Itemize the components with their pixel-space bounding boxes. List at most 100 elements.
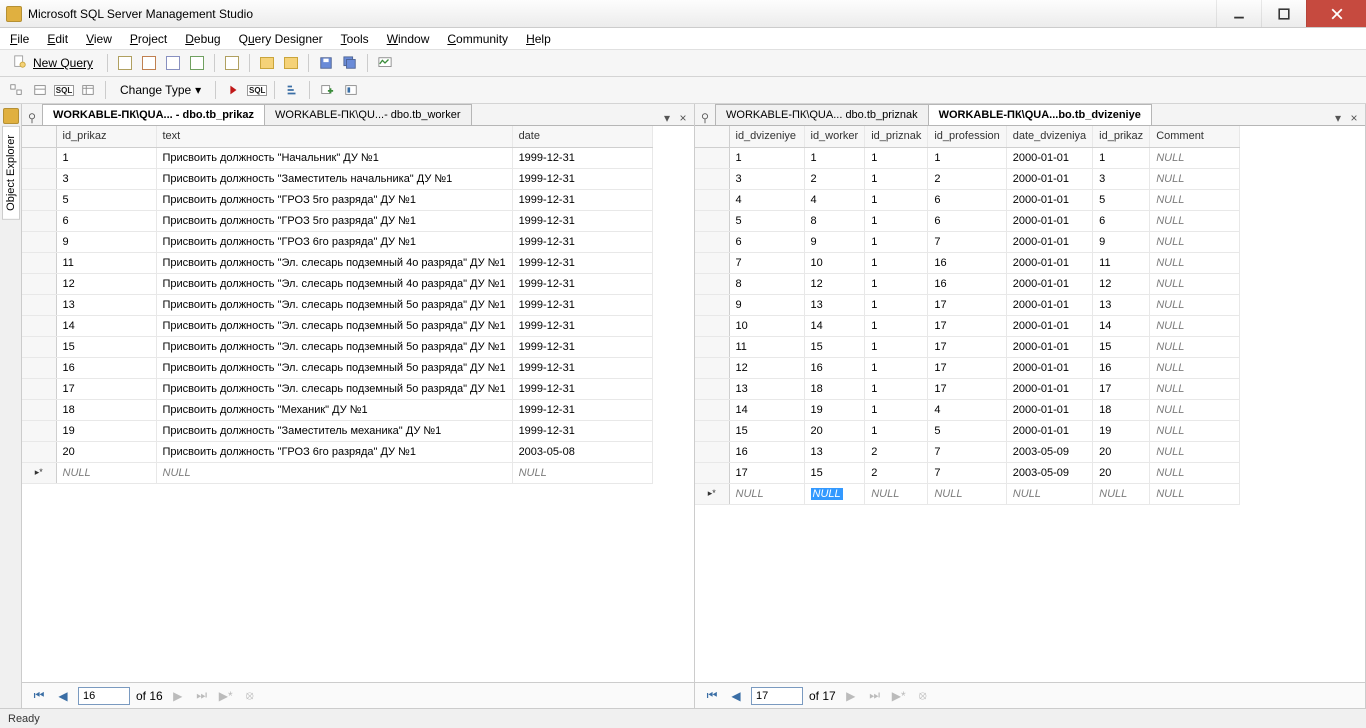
nav-last-button[interactable]: ⏭ xyxy=(193,687,211,705)
cell[interactable]: 6 xyxy=(928,210,1006,231)
show-sql-button[interactable]: SQL xyxy=(54,80,74,100)
right-grid[interactable]: id_dvizeniyeid_workerid_priznakid_profes… xyxy=(695,126,1365,682)
cell[interactable]: 7 xyxy=(928,462,1006,483)
menu-window[interactable]: Window xyxy=(387,32,430,46)
right-tab-0[interactable]: WORKABLE-ПК\QUA... dbo.tb_priznak xyxy=(715,104,929,125)
cell[interactable]: 1 xyxy=(865,399,928,420)
column-header[interactable]: id_dvizeniye xyxy=(729,126,804,147)
cell[interactable]: 19 xyxy=(1093,420,1150,441)
cell[interactable]: 20 xyxy=(1093,441,1150,462)
cell[interactable]: 2 xyxy=(865,441,928,462)
cell[interactable]: 1999-12-31 xyxy=(512,420,652,441)
cell[interactable]: 2003-05-09 xyxy=(1006,441,1092,462)
cell[interactable]: 8 xyxy=(804,210,865,231)
activity-monitor-button[interactable] xyxy=(375,53,395,73)
cell[interactable]: 1999-12-31 xyxy=(512,231,652,252)
cell[interactable]: 14 xyxy=(804,315,865,336)
cell[interactable]: 15 xyxy=(804,462,865,483)
cell[interactable]: 5 xyxy=(1093,189,1150,210)
cell[interactable]: 1 xyxy=(865,168,928,189)
tb-btn-2[interactable] xyxy=(139,53,159,73)
add-table-button[interactable] xyxy=(317,80,337,100)
row-selector[interactable] xyxy=(22,399,56,420)
row-selector[interactable] xyxy=(22,189,56,210)
column-header[interactable]: id_profession xyxy=(928,126,1006,147)
cell[interactable]: Присвоить должность "ГРОЗ 5го разряда" Д… xyxy=(156,210,512,231)
menu-edit[interactable]: Edit xyxy=(47,32,68,46)
cell[interactable]: 3 xyxy=(56,168,156,189)
save-all-button[interactable] xyxy=(340,53,360,73)
column-header[interactable]: id_worker xyxy=(804,126,865,147)
nav-first-button[interactable]: ⏮ xyxy=(30,687,48,705)
cell[interactable]: 1 xyxy=(928,147,1006,168)
cell[interactable]: 2 xyxy=(865,462,928,483)
cell[interactable]: 16 xyxy=(928,252,1006,273)
cell[interactable]: Присвоить должность "Эл. слесарь подземн… xyxy=(156,315,512,336)
cell[interactable]: NULL xyxy=(1150,399,1240,420)
cell[interactable]: 6 xyxy=(928,189,1006,210)
menu-view[interactable]: View xyxy=(86,32,112,46)
cell[interactable]: 1999-12-31 xyxy=(512,357,652,378)
cell[interactable]: 17 xyxy=(928,357,1006,378)
cell[interactable]: Присвоить должность "ГРОЗ 5го разряда" Д… xyxy=(156,189,512,210)
cell[interactable]: Присвоить должность "Заместитель начальн… xyxy=(156,168,512,189)
cell[interactable]: 17 xyxy=(1093,378,1150,399)
cell[interactable]: 1 xyxy=(865,294,928,315)
cell[interactable]: 1 xyxy=(865,210,928,231)
cell[interactable]: 14 xyxy=(1093,315,1150,336)
cell[interactable]: 16 xyxy=(804,357,865,378)
cell[interactable]: NULL xyxy=(928,483,1006,504)
tb-btn-1[interactable] xyxy=(115,53,135,73)
cell[interactable]: 14 xyxy=(729,399,804,420)
cell[interactable]: 13 xyxy=(804,294,865,315)
cell[interactable]: 17 xyxy=(729,462,804,483)
cell[interactable]: 1999-12-31 xyxy=(512,315,652,336)
nav-stop-button[interactable]: ⦻ xyxy=(914,687,932,705)
new-row-selector[interactable]: ▸* xyxy=(695,483,729,504)
cell[interactable]: 1 xyxy=(865,357,928,378)
sort-asc-button[interactable] xyxy=(282,80,302,100)
tab-close-icon[interactable]: × xyxy=(676,111,690,125)
row-selector[interactable] xyxy=(22,210,56,231)
row-selector[interactable] xyxy=(22,441,56,462)
menu-debug[interactable]: Debug xyxy=(185,32,220,46)
nav-stop-button[interactable]: ⦻ xyxy=(241,687,259,705)
cell[interactable]: 1 xyxy=(865,147,928,168)
cell[interactable]: 3 xyxy=(1093,168,1150,189)
verify-sql-button[interactable]: SQL xyxy=(247,80,267,100)
cell[interactable]: Присвоить должность "Эл. слесарь подземн… xyxy=(156,273,512,294)
row-selector[interactable] xyxy=(695,189,729,210)
cell[interactable]: 15 xyxy=(1093,336,1150,357)
cell[interactable]: 1 xyxy=(729,147,804,168)
cell[interactable]: 2000-01-01 xyxy=(1006,315,1092,336)
cell[interactable]: Присвоить должность "Механик" ДУ №1 xyxy=(156,399,512,420)
cell[interactable]: 2 xyxy=(804,168,865,189)
cell[interactable]: 8 xyxy=(729,273,804,294)
show-diagram-button[interactable] xyxy=(6,80,26,100)
cell[interactable]: 16 xyxy=(729,441,804,462)
row-selector[interactable] xyxy=(695,168,729,189)
cell[interactable]: 4 xyxy=(928,399,1006,420)
cell[interactable]: 13 xyxy=(804,441,865,462)
cell[interactable]: NULL xyxy=(1150,336,1240,357)
cell[interactable]: 3 xyxy=(729,168,804,189)
cell[interactable]: 1999-12-31 xyxy=(512,252,652,273)
cell[interactable]: 17 xyxy=(56,378,156,399)
cell[interactable]: 2000-01-01 xyxy=(1006,252,1092,273)
cell[interactable]: 2 xyxy=(928,168,1006,189)
tab-dropdown-icon[interactable]: ▾ xyxy=(660,111,674,125)
cell[interactable]: 15 xyxy=(729,420,804,441)
nav-current-input[interactable] xyxy=(78,687,130,705)
cell[interactable]: 20 xyxy=(1093,462,1150,483)
row-selector[interactable] xyxy=(22,420,56,441)
left-grid[interactable]: id_prikaztextdate1Присвоить должность "Н… xyxy=(22,126,694,682)
cell[interactable]: 1999-12-31 xyxy=(512,294,652,315)
row-selector[interactable] xyxy=(695,336,729,357)
cell[interactable]: 9 xyxy=(1093,231,1150,252)
nav-last-button[interactable]: ⏭ xyxy=(866,687,884,705)
column-header[interactable]: date_dvizeniya xyxy=(1006,126,1092,147)
cell[interactable]: NULL xyxy=(1150,189,1240,210)
cell[interactable]: 6 xyxy=(729,231,804,252)
cell[interactable]: 7 xyxy=(928,231,1006,252)
row-selector[interactable] xyxy=(695,294,729,315)
